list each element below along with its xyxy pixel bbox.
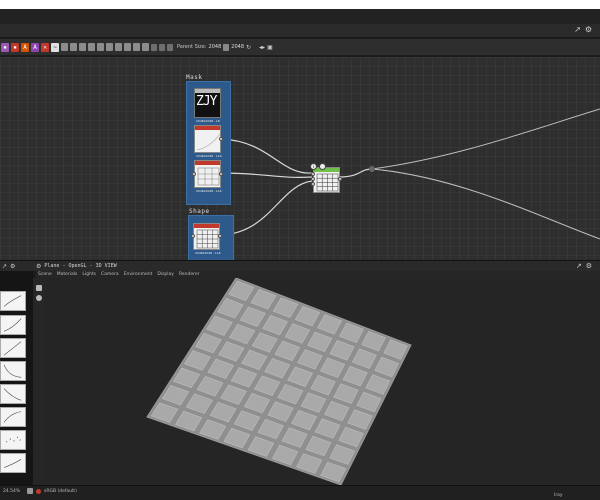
link-icon[interactable]: [223, 43, 230, 51]
node-thumbnail: [197, 167, 220, 186]
title-bar: [0, 9, 600, 24]
graph-panel-header: ↗⚙: [0, 24, 600, 38]
top-edge: [0, 0, 600, 9]
node-caption: 2048x2048 - L16: [195, 251, 221, 255]
tool-pin2-icon[interactable]: [167, 43, 173, 51]
thumbnail-item[interactable]: [0, 407, 26, 427]
thumbnail-item[interactable]: [0, 315, 26, 335]
node-caption: 2048x2048 - L16: [196, 189, 222, 193]
graph-canvas[interactable]: Mask ZJY 2048x2048 - L8 2048x2048 - L16 …: [0, 57, 600, 260]
node-settings-icon[interactable]: [319, 163, 326, 170]
screenshot-icon[interactable]: [27, 488, 33, 494]
tool-gray-6-icon[interactable]: [106, 43, 113, 51]
status-bar: 24.54% sRGB (default) Iray: [0, 485, 600, 500]
tool-frame-icon[interactable]: [151, 43, 157, 51]
menu-environment[interactable]: Environment: [124, 272, 153, 277]
viewport-menu-bar: Scene Materials Lights Camera Environmen…: [36, 271, 600, 278]
width-dropdown[interactable]: 2048: [209, 44, 222, 50]
node-info-icon[interactable]: i: [310, 163, 317, 170]
viewport-title: Plane - OpenGL - 3D VIEW: [44, 263, 117, 269]
height-dropdown[interactable]: 2048: [231, 44, 244, 50]
renderer-label: Iray: [554, 493, 563, 498]
color-space-icon: [36, 489, 41, 494]
refresh-icon[interactable]: ↻: [246, 44, 251, 51]
input-port-3[interactable]: [311, 182, 315, 186]
color-space-dropdown[interactable]: sRGB (default): [44, 489, 77, 494]
dot-node[interactable]: [369, 166, 375, 172]
tiled-plane-mesh: [146, 278, 412, 485]
thumbnail-item[interactable]: [0, 338, 26, 358]
fit-icon[interactable]: ▣: [267, 44, 273, 51]
node-text-zjy[interactable]: ZJY 2048x2048 - L8: [194, 88, 221, 123]
node-thumbnail: [196, 229, 219, 249]
node-tile-grid[interactable]: 2048x2048 - L16: [191, 223, 222, 255]
menu-renderer[interactable]: Renderer: [179, 272, 200, 277]
output-port[interactable]: [219, 172, 223, 176]
tool-gray-7-icon[interactable]: [115, 43, 122, 51]
thumbnail-item[interactable]: [0, 453, 26, 473]
thumbnail-item[interactable]: [0, 384, 26, 404]
node-links: [220, 108, 600, 240]
tool-gray-4-icon[interactable]: [88, 43, 95, 51]
tool-gray-8-icon[interactable]: [124, 43, 131, 51]
output-port[interactable]: [219, 137, 223, 141]
node-header: [195, 89, 220, 93]
node-caption: 2048x2048 - L16: [196, 154, 222, 158]
menu-camera[interactable]: Camera: [101, 272, 119, 277]
thumbnail-item[interactable]: [0, 430, 26, 450]
node-thumbnail: [316, 173, 339, 192]
node-caption: 2048x2048 - L8: [196, 119, 220, 123]
node-blend[interactable]: [311, 167, 342, 193]
viewport-header-icons[interactable]: ↗⚙: [576, 262, 596, 270]
tool-red-icon[interactable]: ▪: [11, 42, 19, 52]
thumbnail-list: [0, 271, 33, 485]
viewport-menu-icon[interactable]: ⚙: [36, 263, 41, 270]
node-zjy-text: ZJY: [196, 94, 218, 109]
output-port[interactable]: [218, 234, 222, 238]
menu-lights[interactable]: Lights: [82, 272, 96, 277]
tool-comment-icon[interactable]: [159, 43, 165, 51]
tool-gray-2-icon[interactable]: [70, 43, 77, 51]
tool-gray-1-icon[interactable]: [61, 43, 68, 51]
menu-display[interactable]: Display: [157, 272, 174, 277]
frame-shape-title: Shape: [189, 208, 210, 215]
tool-text-a-button[interactable]: A: [21, 42, 29, 52]
3d-viewport[interactable]: [45, 278, 600, 485]
node-gradient[interactable]: 2048x2048 - L16: [194, 125, 223, 158]
camera-icon[interactable]: [36, 285, 42, 291]
viewport-tools: [33, 278, 45, 485]
zoom-level[interactable]: 24.54%: [3, 489, 20, 494]
node-thumbnail: [196, 133, 221, 151]
output-port[interactable]: [338, 177, 342, 181]
tool-select-icon[interactable]: ▪: [1, 42, 9, 52]
tool-gray-5-icon[interactable]: [97, 43, 104, 51]
input-port-1[interactable]: [311, 172, 315, 176]
frame-mask-title: Mask: [186, 74, 203, 81]
viewport-panel-header: ↗⚙ ⚙ Plane - OpenGL - 3D VIEW ↗⚙: [0, 260, 600, 271]
tool-gray-9-icon[interactable]: [133, 43, 140, 51]
tool-pin-icon[interactable]: ✕: [41, 42, 49, 52]
light-icon[interactable]: [36, 295, 42, 301]
input-port[interactable]: [192, 172, 196, 176]
left-panel-header-icons[interactable]: ↗⚙: [0, 263, 36, 270]
graph-toolbar: ▪ ▪ A A ✕ ~ Parent Size: 2048 2048 ↻ ◂▸ …: [0, 39, 600, 56]
tool-text-a2-button[interactable]: A: [31, 42, 39, 52]
tool-gray-3-icon[interactable]: [79, 43, 86, 51]
menu-materials[interactable]: Materials: [57, 272, 78, 277]
node-tile[interactable]: 2048x2048 - L16: [192, 160, 223, 193]
menu-scene[interactable]: Scene: [38, 272, 52, 277]
input-port-2[interactable]: [311, 177, 315, 181]
tool-curve-icon[interactable]: ~: [51, 42, 59, 52]
view-toggle-icon[interactable]: ◂▸: [259, 44, 265, 51]
tool-gray-10-icon[interactable]: [142, 43, 149, 51]
parent-size-label: Parent Size:: [177, 44, 207, 50]
thumbnail-item[interactable]: [0, 361, 26, 381]
panel-header-icons[interactable]: ↗⚙: [574, 25, 596, 34]
input-port[interactable]: [191, 234, 195, 238]
thumbnail-item[interactable]: [0, 291, 26, 311]
